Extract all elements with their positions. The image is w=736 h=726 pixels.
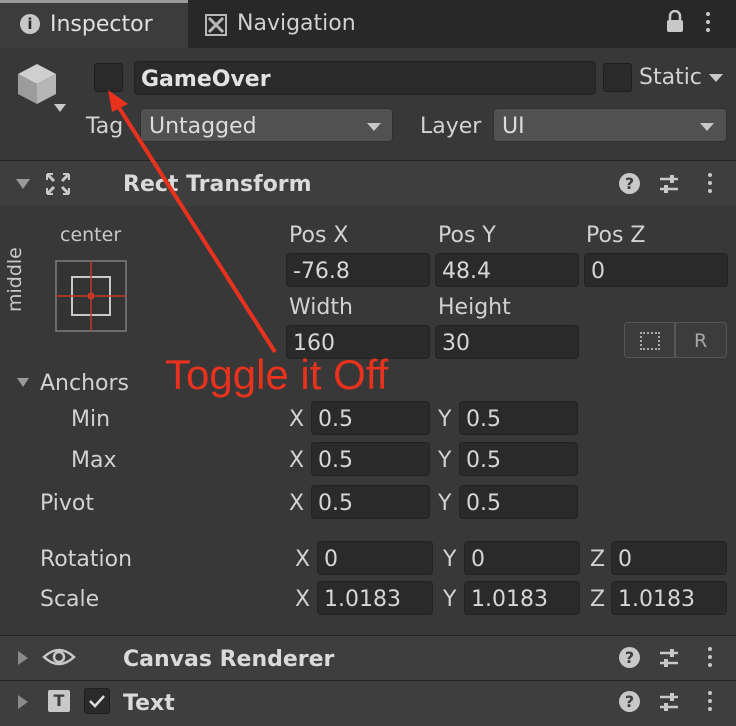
annotation-text: Toggle it Off	[165, 351, 389, 398]
